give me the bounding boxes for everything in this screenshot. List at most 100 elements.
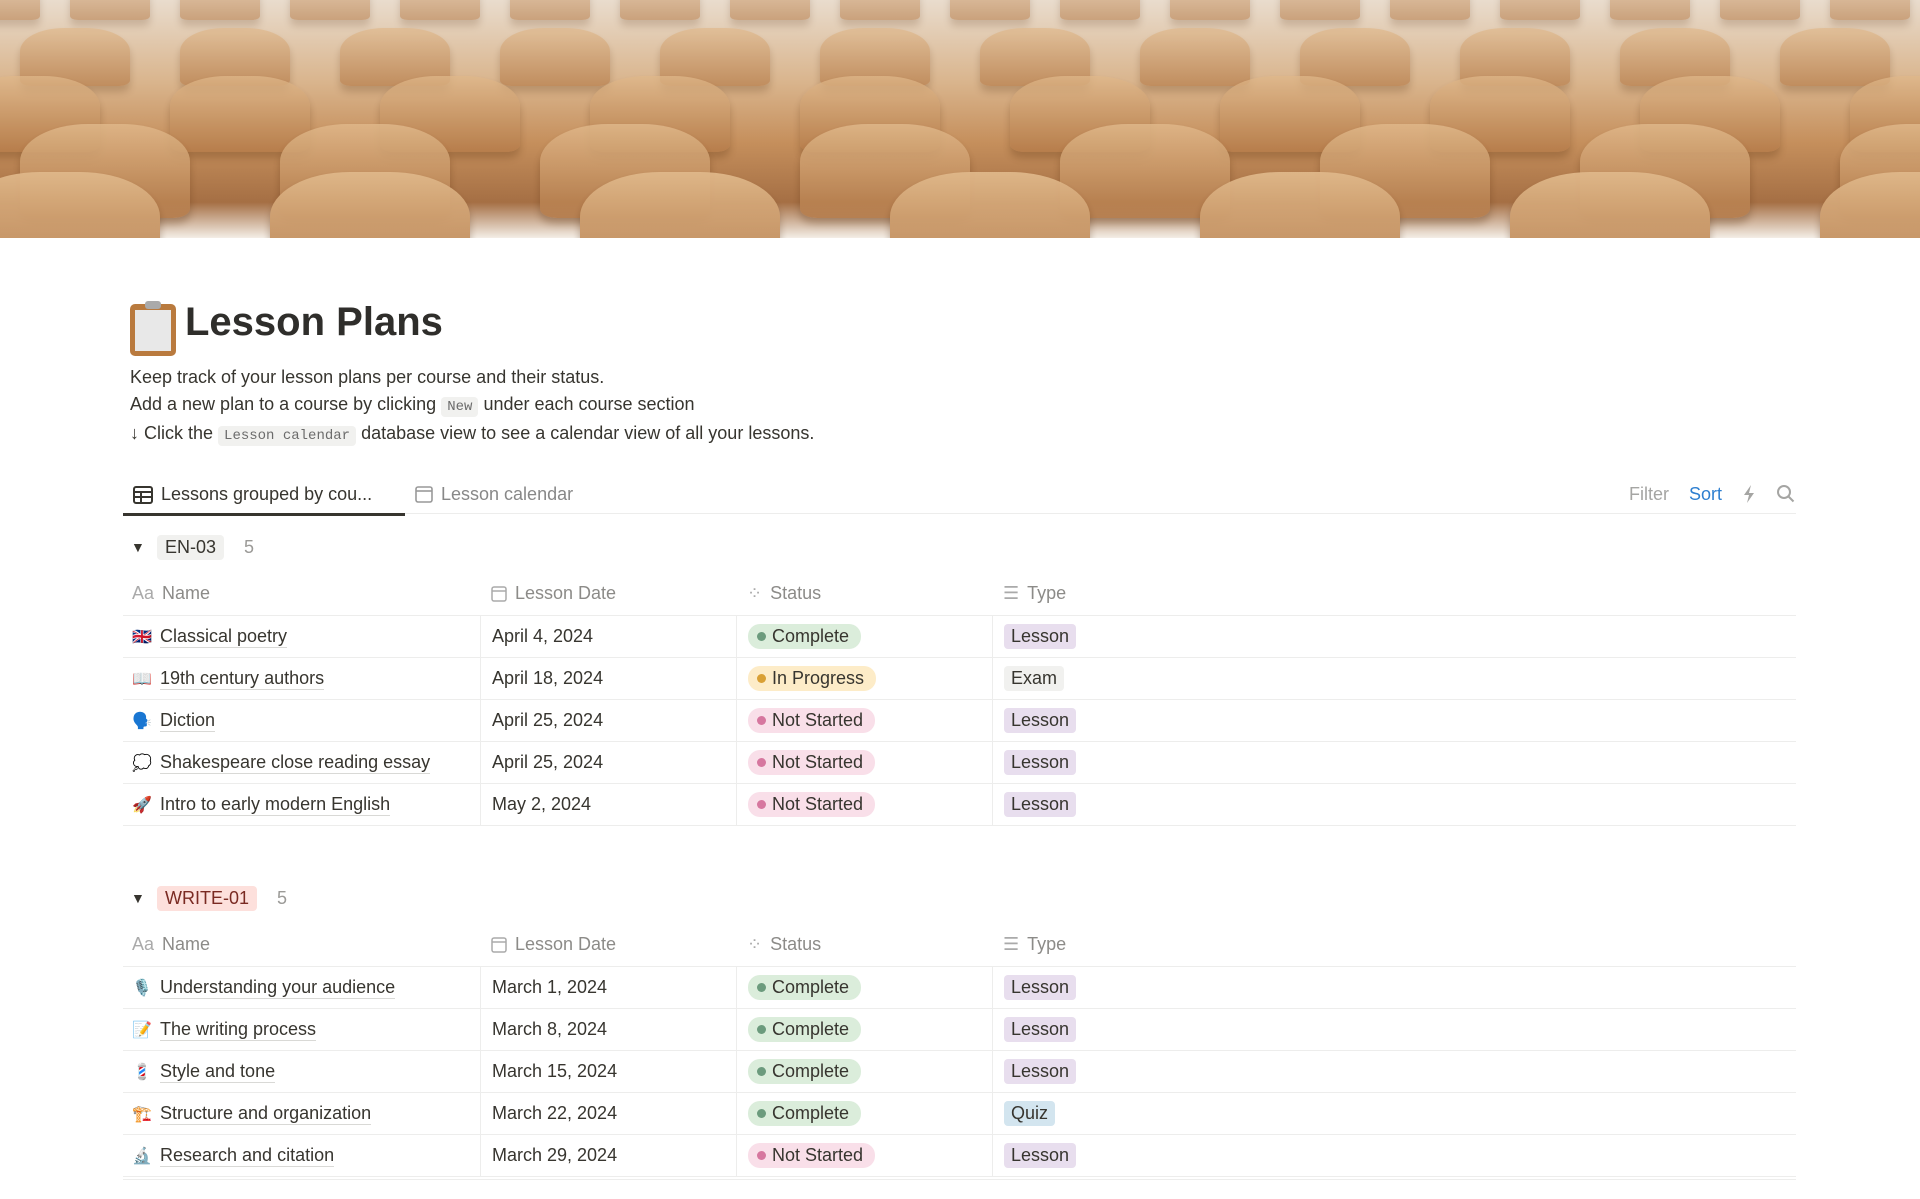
table-row[interactable]: 🗣️ Diction April 25, 2024 Not Started Les…	[123, 700, 1796, 742]
cell-name[interactable]: 🔬 Research and citation	[123, 1135, 480, 1176]
search-icon[interactable]	[1776, 484, 1796, 504]
lesson-name-link[interactable]: Understanding your audience	[160, 976, 396, 999]
group-header[interactable]: ▼ EN-03 5	[123, 530, 1796, 564]
desc-line-1: Keep track of your lesson plans per cour…	[130, 367, 605, 387]
table-row[interactable]: 📝 The writing process March 8, 2024 Compl…	[123, 1009, 1796, 1051]
cell-name[interactable]: 🏗️ Structure and organization	[123, 1093, 480, 1134]
group-header[interactable]: ▼ WRITE-01 5	[123, 881, 1796, 915]
column-header-status[interactable]: ⁘ Status	[736, 583, 992, 604]
column-header-name[interactable]: Aa Name	[123, 583, 480, 604]
column-header-date[interactable]: Lesson Date	[480, 583, 736, 604]
table-row[interactable]: 🇬🇧 Classical poetry April 4, 2024 Complet…	[123, 616, 1796, 658]
table-row[interactable]: 🔬 Research and citation March 29, 2024 No…	[123, 1135, 1796, 1177]
table-row[interactable]: 🏗️ Structure and organization March 22, 2…	[123, 1093, 1796, 1135]
column-header-type[interactable]: ☰ Type	[992, 583, 1796, 604]
lesson-name-link[interactable]: 19th century authors	[160, 667, 325, 690]
table-body: 🎙️ Understanding your audience March 1, 2…	[123, 967, 1796, 1180]
status-label: Not Started	[772, 752, 864, 772]
table-row[interactable]: 🚀 Intro to early modern English May 2, 20…	[123, 784, 1796, 826]
cell-date[interactable]: March 29, 2024	[480, 1135, 736, 1176]
calendar-icon	[491, 936, 507, 953]
cell-name[interactable]: 🇬🇧 Classical poetry	[123, 616, 480, 657]
status-spinner-icon: ⁘	[747, 583, 763, 603]
lesson-name-link[interactable]: Classical poetry	[160, 625, 288, 648]
cell-status[interactable]: Complete	[736, 1051, 992, 1092]
column-header-name[interactable]: Aa Name	[123, 934, 480, 955]
table-body: 🇬🇧 Classical poetry April 4, 2024 Complet…	[123, 616, 1796, 826]
cell-date[interactable]: April 25, 2024	[480, 742, 736, 783]
status-badge: Complete	[748, 1101, 862, 1126]
column-header-type[interactable]: ☰ Type	[992, 934, 1796, 955]
cell-type[interactable]: Lesson	[992, 1009, 1796, 1050]
lesson-name-link[interactable]: Diction	[160, 709, 216, 732]
sort-button[interactable]: Sort	[1689, 484, 1722, 505]
cell-type[interactable]: Lesson	[992, 784, 1796, 825]
tab-lesson-calendar[interactable]: Lesson calendar	[415, 476, 573, 512]
lightning-icon[interactable]	[1742, 484, 1756, 504]
toggle-triangle-icon[interactable]: ▼	[123, 890, 157, 906]
cell-date[interactable]: March 8, 2024	[480, 1009, 736, 1050]
cell-date[interactable]: March 1, 2024	[480, 967, 736, 1008]
cell-name[interactable]: 🚀 Intro to early modern English	[123, 784, 480, 825]
cell-type[interactable]: Lesson	[992, 616, 1796, 657]
cell-date[interactable]: April 4, 2024	[480, 616, 736, 657]
table-row[interactable]: 💈 Style and tone March 15, 2024 Complete …	[123, 1051, 1796, 1093]
filter-button[interactable]: Filter	[1629, 484, 1669, 505]
cell-name[interactable]: 📖 19th century authors	[123, 658, 480, 699]
type-tag: Lesson	[1004, 1017, 1077, 1042]
cell-type[interactable]: Lesson	[992, 700, 1796, 741]
toggle-triangle-icon[interactable]: ▼	[123, 539, 157, 555]
cell-status[interactable]: In Progress	[736, 658, 992, 699]
cell-type[interactable]: Lesson	[992, 1051, 1796, 1092]
tab-label: Lesson calendar	[441, 483, 574, 504]
column-label: Type	[1027, 934, 1067, 954]
status-label: Complete	[772, 1019, 850, 1039]
tab-lessons-grouped[interactable]: Lessons grouped by cou...	[123, 476, 405, 516]
table-row[interactable]: 📖 19th century authors April 18, 2024 In …	[123, 658, 1796, 700]
column-header-status[interactable]: ⁘ Status	[736, 934, 992, 955]
column-header-date[interactable]: Lesson Date	[480, 934, 736, 955]
desc-line-2-end: under each course section	[483, 393, 695, 414]
lesson-name-link[interactable]: Intro to early modern English	[160, 793, 391, 816]
table-row[interactable]: 💭 Shakespeare close reading essay April 2…	[123, 742, 1796, 784]
cell-status[interactable]: Not Started	[736, 700, 992, 741]
cell-date[interactable]: May 2, 2024	[480, 784, 736, 825]
cell-date[interactable]: April 25, 2024	[480, 700, 736, 741]
cell-name[interactable]: 🗣️ Diction	[123, 700, 480, 741]
cell-name[interactable]: 📝 The writing process	[123, 1009, 480, 1050]
cell-type[interactable]: Lesson	[992, 967, 1796, 1008]
table-header: Aa Name Lesson Date ⁘ Status ☰ Type	[123, 923, 1796, 967]
list-icon: ☰	[1003, 583, 1020, 603]
column-label: Status	[770, 934, 822, 954]
cell-status[interactable]: Not Started	[736, 1135, 992, 1176]
cell-date[interactable]: April 18, 2024	[480, 658, 736, 699]
status-label: Complete	[772, 1103, 850, 1123]
row-emoji-icon: 📝	[132, 1021, 152, 1039]
cell-name[interactable]: 💭 Shakespeare close reading essay	[123, 742, 480, 783]
cell-type[interactable]: Exam	[992, 658, 1796, 699]
lesson-name-link[interactable]: Style and tone	[160, 1060, 276, 1083]
cell-name[interactable]: 💈 Style and tone	[123, 1051, 480, 1092]
cell-status[interactable]: Complete	[736, 1009, 992, 1050]
lesson-name-link[interactable]: Structure and organization	[160, 1102, 372, 1125]
cell-date[interactable]: March 15, 2024	[480, 1051, 736, 1092]
cell-status[interactable]: Complete	[736, 616, 992, 657]
cell-status[interactable]: Not Started	[736, 742, 992, 783]
status-label: Not Started	[772, 1145, 864, 1165]
lesson-date: April 25, 2024	[492, 710, 604, 730]
lesson-name-link[interactable]: Shakespeare close reading essay	[160, 751, 431, 774]
cell-type[interactable]: Lesson	[992, 1135, 1796, 1176]
cell-type[interactable]: Lesson	[992, 742, 1796, 783]
status-dot-icon	[757, 674, 766, 683]
cell-status[interactable]: Complete	[736, 1093, 992, 1134]
lesson-name-link[interactable]: The writing process	[160, 1018, 317, 1041]
cell-type[interactable]: Quiz	[992, 1093, 1796, 1134]
lesson-name-link[interactable]: Research and citation	[160, 1144, 335, 1167]
cell-date[interactable]: March 22, 2024	[480, 1093, 736, 1134]
cell-name[interactable]: 🎙️ Understanding your audience	[123, 967, 480, 1008]
table-row[interactable]: 🎙️ Understanding your audience March 1, 2…	[123, 967, 1796, 1009]
cell-status[interactable]: Not Started	[736, 784, 992, 825]
status-badge: Complete	[748, 1017, 862, 1042]
lesson-date: May 2, 2024	[492, 794, 592, 814]
cell-status[interactable]: Complete	[736, 967, 992, 1008]
